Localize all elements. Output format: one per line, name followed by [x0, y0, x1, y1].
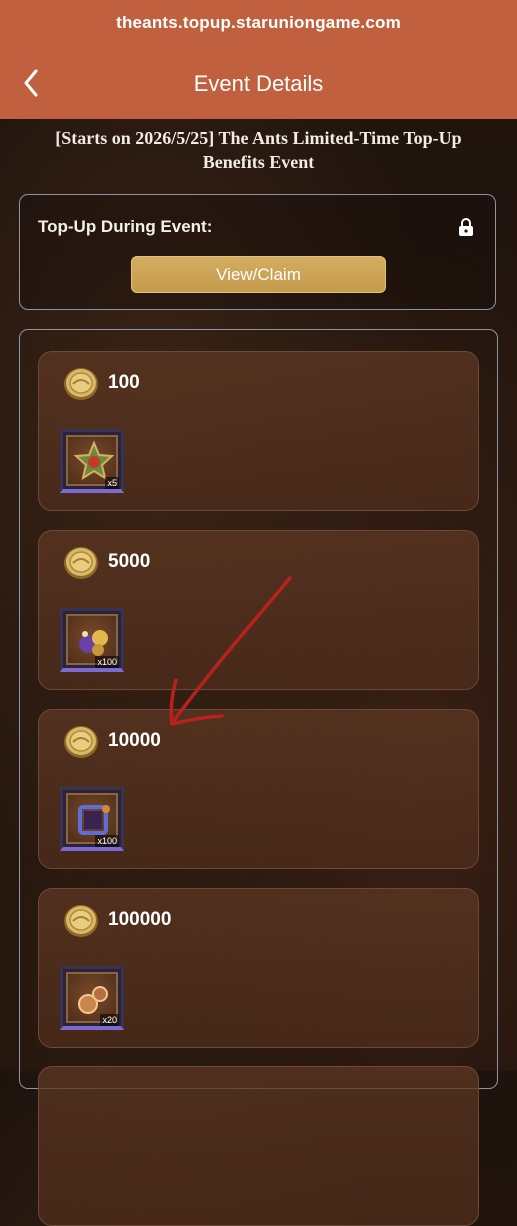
topup-panel: Top-Up During Event: View/Claim — [19, 194, 496, 310]
tier-card — [38, 1066, 479, 1226]
tier-amount: 100000 — [108, 909, 172, 930]
coin-icon — [64, 368, 98, 400]
reward-quantity: x20 — [100, 1014, 119, 1026]
tier-card: 10000 x100 — [38, 709, 479, 869]
coin-icon — [64, 726, 98, 758]
tier-amount: 5000 — [108, 551, 151, 572]
url-text[interactable]: theants.topup.staruniongame.com — [0, 13, 517, 33]
reward-item[interactable]: x5 — [60, 429, 124, 493]
reward-quantity: x100 — [95, 656, 119, 668]
topup-label: Top-Up During Event: — [38, 217, 213, 236]
reward-quantity: x100 — [95, 835, 119, 847]
page-title: Event Details — [193, 71, 324, 96]
coin-icon — [64, 905, 98, 937]
back-button[interactable] — [16, 66, 46, 100]
top-bar: theants.topup.staruniongame.com Event De… — [0, 0, 517, 119]
tier-amount: 10000 — [108, 730, 161, 751]
reward-item[interactable]: x100 — [60, 608, 124, 672]
view-claim-button[interactable]: View/Claim — [131, 256, 386, 293]
lock-icon — [459, 218, 473, 236]
coin-icon — [64, 547, 98, 579]
chevron-left-icon — [24, 69, 38, 97]
reward-item[interactable]: x100 — [60, 787, 124, 851]
tier-card: 5000 x100 — [38, 530, 479, 690]
tier-amount: 100 — [108, 372, 140, 393]
tier-card: 100000 x20 — [38, 888, 479, 1048]
reward-quantity: x5 — [105, 477, 119, 489]
reward-item[interactable]: x20 — [60, 966, 124, 1030]
event-title: [Starts on 2026/5/25] The Ants Limited-T… — [55, 128, 462, 172]
tier-card: 100 x5 — [38, 351, 479, 511]
